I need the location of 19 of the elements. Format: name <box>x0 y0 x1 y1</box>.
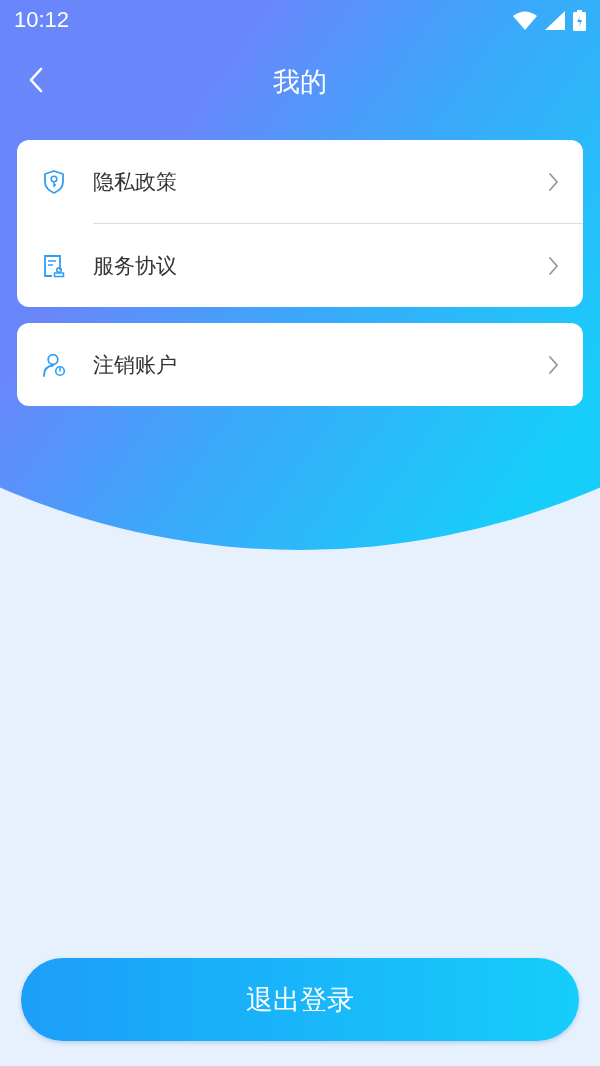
battery-icon <box>573 9 586 31</box>
back-icon <box>28 67 44 93</box>
document-icon <box>41 252 67 279</box>
menu-item-label: 隐私政策 <box>93 168 178 196</box>
menu-item[interactable]: 隐私政策 <box>17 140 583 223</box>
chevron-right-icon <box>548 354 559 375</box>
user-power-icon <box>41 351 67 378</box>
status-time: 10:12 <box>14 7 70 33</box>
back-button[interactable] <box>28 67 44 93</box>
page-title: 我的 <box>273 65 327 99</box>
shield-key-icon <box>41 168 67 195</box>
wifi-icon <box>513 10 537 30</box>
menu-item-label: 服务协议 <box>93 252 178 280</box>
chevron-right-icon <box>548 171 559 192</box>
chevron-right-icon <box>548 255 559 276</box>
menu-item[interactable]: 注销账户 <box>17 323 583 406</box>
menu-item[interactable]: 服务协议 <box>93 223 583 307</box>
signal-icon <box>545 10 565 30</box>
menu-item-label: 注销账户 <box>93 351 178 379</box>
